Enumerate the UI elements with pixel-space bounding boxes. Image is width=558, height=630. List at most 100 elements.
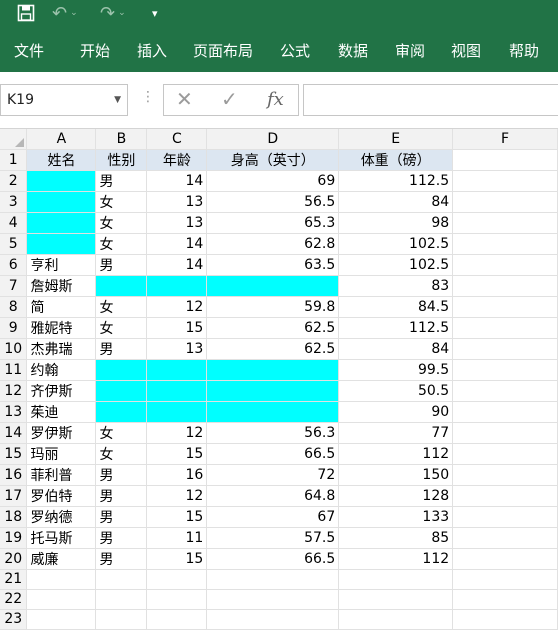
cell-e[interactable]: 84 <box>338 191 454 213</box>
empty-cell[interactable] <box>206 589 340 610</box>
cell-c[interactable] <box>146 359 208 381</box>
cell-e[interactable]: 128 <box>338 485 454 507</box>
formula-input[interactable] <box>303 84 558 116</box>
cell-d[interactable]: 57.5 <box>206 527 340 549</box>
empty-cell[interactable] <box>452 401 558 423</box>
cell-b[interactable] <box>95 275 148 297</box>
cell-b[interactable]: 男 <box>95 170 148 192</box>
cell-e[interactable]: 99.5 <box>338 359 454 381</box>
cell-a[interactable]: 茱迪 <box>26 401 97 423</box>
row-header[interactable]: 13 <box>0 401 28 423</box>
cell-d[interactable] <box>206 275 340 297</box>
cell-e[interactable]: 112.5 <box>338 170 454 192</box>
cell-d[interactable]: 67 <box>206 506 340 528</box>
cell-a[interactable]: 罗纳德 <box>26 506 97 528</box>
empty-cell[interactable] <box>146 589 208 610</box>
column-header-a[interactable]: A <box>26 129 97 150</box>
cell-d[interactable]: 64.8 <box>206 485 340 507</box>
undo-icon[interactable]: ↶ ⌄ <box>52 0 78 26</box>
tab-page-layout[interactable]: 页面布局 <box>193 30 253 72</box>
header-cell-c[interactable]: 年龄 <box>146 148 208 171</box>
row-header[interactable]: 9 <box>0 317 28 339</box>
cell-d[interactable]: 72 <box>206 464 340 486</box>
cell-e[interactable]: 50.5 <box>338 380 454 402</box>
cell-c[interactable]: 13 <box>146 212 208 234</box>
cell-d[interactable]: 62.5 <box>206 338 340 360</box>
row-header[interactable]: 6 <box>0 254 28 276</box>
cell-e[interactable]: 112 <box>338 443 454 465</box>
column-header-b[interactable]: B <box>95 129 148 150</box>
empty-cell[interactable] <box>452 149 558 171</box>
cell-d[interactable]: 66.5 <box>206 548 340 570</box>
empty-cell[interactable] <box>26 569 97 590</box>
empty-cell[interactable] <box>338 589 454 610</box>
empty-cell[interactable] <box>206 609 340 630</box>
empty-cell[interactable] <box>338 569 454 590</box>
cell-e[interactable]: 90 <box>338 401 454 423</box>
cell-c[interactable] <box>146 380 208 402</box>
empty-cell[interactable] <box>452 380 558 402</box>
empty-cell[interactable] <box>95 609 148 630</box>
cell-e[interactable]: 102.5 <box>338 254 454 276</box>
tab-home[interactable]: 开始 <box>80 30 110 72</box>
empty-cell[interactable] <box>452 338 558 360</box>
row-header[interactable]: 21 <box>0 569 28 590</box>
column-header-c[interactable]: C <box>146 129 208 150</box>
chevron-down-icon[interactable]: ▼ <box>114 85 121 115</box>
cell-e[interactable]: 150 <box>338 464 454 486</box>
cell-b[interactable] <box>95 401 148 423</box>
row-header[interactable]: 3 <box>0 191 28 213</box>
customize-icon[interactable]: ▾ <box>152 0 158 26</box>
cell-e[interactable]: 85 <box>338 527 454 549</box>
cell-c[interactable]: 15 <box>146 317 208 339</box>
cell-c[interactable] <box>146 401 208 423</box>
cell-a[interactable]: 雅妮特 <box>26 317 97 339</box>
tab-formulas[interactable]: 公式 <box>280 30 310 72</box>
cell-d[interactable] <box>206 401 340 423</box>
tab-help[interactable]: 帮助 <box>509 30 539 72</box>
cell-e[interactable]: 112 <box>338 548 454 570</box>
cell-c[interactable]: 12 <box>146 296 208 318</box>
tab-view[interactable]: 视图 <box>451 30 481 72</box>
cell-e[interactable]: 77 <box>338 422 454 444</box>
row-header[interactable]: 4 <box>0 212 28 234</box>
cell-d[interactable]: 62.5 <box>206 317 340 339</box>
empty-cell[interactable] <box>26 589 97 610</box>
row-header[interactable]: 10 <box>0 338 28 360</box>
row-header[interactable]: 5 <box>0 233 28 255</box>
empty-cell[interactable] <box>452 443 558 465</box>
cell-b[interactable]: 男 <box>95 527 148 549</box>
cell-d[interactable]: 65.3 <box>206 212 340 234</box>
cell-d[interactable]: 69 <box>206 170 340 192</box>
cell-a[interactable] <box>26 170 97 192</box>
empty-cell[interactable] <box>26 609 97 630</box>
row-header[interactable]: 8 <box>0 296 28 318</box>
cell-a[interactable]: 詹姆斯 <box>26 275 97 297</box>
row-header[interactable]: 14 <box>0 422 28 444</box>
header-cell-e[interactable]: 体重（磅） <box>338 148 454 171</box>
cell-d[interactable]: 59.8 <box>206 296 340 318</box>
cell-a[interactable]: 简 <box>26 296 97 318</box>
header-cell-b[interactable]: 性别 <box>95 148 148 171</box>
cancel-icon[interactable]: ✕ <box>176 87 193 111</box>
cell-d[interactable]: 63.5 <box>206 254 340 276</box>
column-header-f[interactable]: F <box>452 129 558 150</box>
cell-b[interactable]: 男 <box>95 485 148 507</box>
column-header-e[interactable]: E <box>338 129 454 150</box>
empty-cell[interactable] <box>452 191 558 213</box>
cell-b[interactable]: 女 <box>95 191 148 213</box>
column-header-d[interactable]: D <box>206 129 340 150</box>
cell-a[interactable]: 齐伊斯 <box>26 380 97 402</box>
cell-a[interactable]: 威廉 <box>26 548 97 570</box>
header-cell-d[interactable]: 身高（英寸） <box>206 148 340 171</box>
empty-cell[interactable] <box>452 170 558 192</box>
cell-e[interactable]: 98 <box>338 212 454 234</box>
cell-e[interactable]: 84 <box>338 338 454 360</box>
empty-cell[interactable] <box>452 506 558 528</box>
cell-a[interactable] <box>26 233 97 255</box>
cell-a[interactable]: 亨利 <box>26 254 97 276</box>
cell-b[interactable]: 女 <box>95 443 148 465</box>
empty-cell[interactable] <box>452 254 558 276</box>
cell-b[interactable] <box>95 380 148 402</box>
row-header[interactable]: 18 <box>0 506 28 528</box>
